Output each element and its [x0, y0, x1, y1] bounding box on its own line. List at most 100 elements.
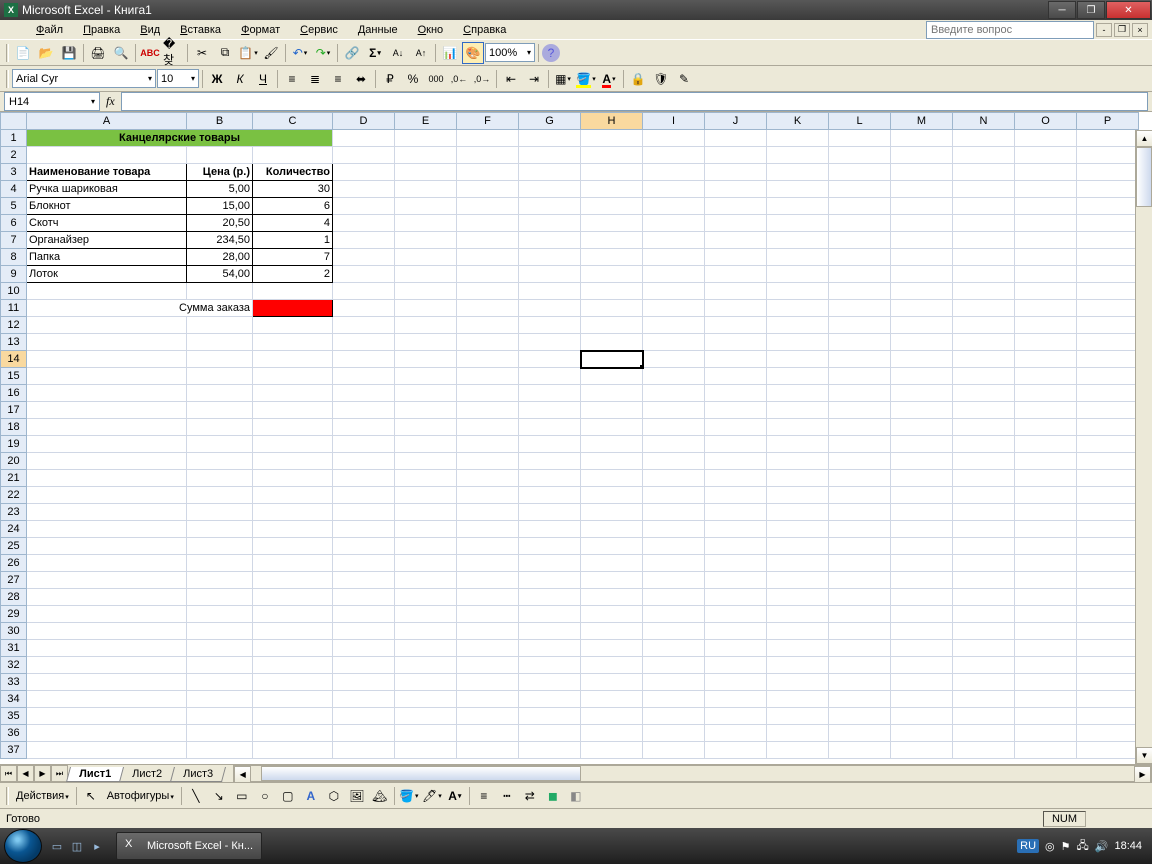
- format-painter-button[interactable]: 🖌: [260, 42, 282, 64]
- row-header-3[interactable]: 3: [1, 164, 27, 181]
- cell-F33[interactable]: [457, 674, 519, 691]
- sort-asc-button[interactable]: A↓: [387, 42, 409, 64]
- cell-F13[interactable]: [457, 334, 519, 351]
- cell-J22[interactable]: [705, 487, 767, 504]
- cell-N26[interactable]: [953, 555, 1015, 572]
- cell-E7[interactable]: [395, 232, 457, 249]
- cell-L19[interactable]: [829, 436, 891, 453]
- cell-O2[interactable]: [1015, 147, 1077, 164]
- research-button[interactable]: �찾: [162, 42, 184, 64]
- cell-O28[interactable]: [1015, 589, 1077, 606]
- cell-K20[interactable]: [767, 453, 829, 470]
- spelling-button[interactable]: ABC: [139, 42, 161, 64]
- cell-F17[interactable]: [457, 402, 519, 419]
- cell-N14[interactable]: [953, 351, 1015, 368]
- cell-L11[interactable]: [829, 300, 891, 317]
- cell-A28[interactable]: [27, 589, 187, 606]
- cell-F11[interactable]: [457, 300, 519, 317]
- cell-F27[interactable]: [457, 572, 519, 589]
- percent-button[interactable]: %: [402, 68, 424, 90]
- cell-O14[interactable]: [1015, 351, 1077, 368]
- cell-P35[interactable]: [1077, 708, 1139, 725]
- cell-O31[interactable]: [1015, 640, 1077, 657]
- cell-O15[interactable]: [1015, 368, 1077, 385]
- cell-K30[interactable]: [767, 623, 829, 640]
- tab-prev-button[interactable]: ◀: [17, 765, 34, 782]
- cell-C28[interactable]: [253, 589, 333, 606]
- cell-J32[interactable]: [705, 657, 767, 674]
- font-color-button[interactable]: А: [598, 68, 620, 90]
- cell-B31[interactable]: [187, 640, 253, 657]
- menu-data[interactable]: Данные: [350, 22, 406, 38]
- col-header-G[interactable]: G: [519, 113, 581, 130]
- cell-F4[interactable]: [457, 181, 519, 198]
- name-box[interactable]: H14▾: [4, 92, 100, 111]
- cell-L6[interactable]: [829, 215, 891, 232]
- cell-D3[interactable]: [333, 164, 395, 181]
- col-header-B[interactable]: B: [187, 113, 253, 130]
- cell-P28[interactable]: [1077, 589, 1139, 606]
- taskbar-excel-button[interactable]: X Microsoft Excel - Кн...: [116, 832, 262, 860]
- cell-M17[interactable]: [891, 402, 953, 419]
- cell-F15[interactable]: [457, 368, 519, 385]
- cell-N19[interactable]: [953, 436, 1015, 453]
- cell-M6[interactable]: [891, 215, 953, 232]
- redo-button[interactable]: ↷: [312, 42, 334, 64]
- cell-K4[interactable]: [767, 181, 829, 198]
- cell-H30[interactable]: [581, 623, 643, 640]
- cell-J3[interactable]: [705, 164, 767, 181]
- cell-O18[interactable]: [1015, 419, 1077, 436]
- scroll-right-button[interactable]: ▶: [1134, 766, 1151, 782]
- currency-button[interactable]: ₽: [379, 68, 401, 90]
- cell-E17[interactable]: [395, 402, 457, 419]
- open-button[interactable]: 📂: [35, 42, 57, 64]
- cell-J33[interactable]: [705, 674, 767, 691]
- cell-L4[interactable]: [829, 181, 891, 198]
- cell-P36[interactable]: [1077, 725, 1139, 742]
- cell-J20[interactable]: [705, 453, 767, 470]
- paste-button[interactable]: 📋: [237, 42, 259, 64]
- cell-A1[interactable]: Канцелярские товары: [27, 130, 333, 147]
- cell-K11[interactable]: [767, 300, 829, 317]
- cell-C14[interactable]: [253, 351, 333, 368]
- cell-J14[interactable]: [705, 351, 767, 368]
- cell-K5[interactable]: [767, 198, 829, 215]
- cell-F29[interactable]: [457, 606, 519, 623]
- cell-D15[interactable]: [333, 368, 395, 385]
- borders-button[interactable]: ▦: [552, 68, 574, 90]
- cell-M4[interactable]: [891, 181, 953, 198]
- save-button[interactable]: 💾: [58, 42, 80, 64]
- cell-D30[interactable]: [333, 623, 395, 640]
- cell-J6[interactable]: [705, 215, 767, 232]
- cell-C16[interactable]: [253, 385, 333, 402]
- cell-P24[interactable]: [1077, 521, 1139, 538]
- cell-I26[interactable]: [643, 555, 705, 572]
- cell-N10[interactable]: [953, 283, 1015, 300]
- cell-O20[interactable]: [1015, 453, 1077, 470]
- cell-H35[interactable]: [581, 708, 643, 725]
- cell-N16[interactable]: [953, 385, 1015, 402]
- mdi-close-button[interactable]: ×: [1132, 23, 1148, 37]
- cell-N11[interactable]: [953, 300, 1015, 317]
- cell-I23[interactable]: [643, 504, 705, 521]
- cell-K29[interactable]: [767, 606, 829, 623]
- cell-B23[interactable]: [187, 504, 253, 521]
- cell-D6[interactable]: [333, 215, 395, 232]
- cell-C26[interactable]: [253, 555, 333, 572]
- cell-N29[interactable]: [953, 606, 1015, 623]
- row-header-24[interactable]: 24: [1, 521, 27, 538]
- cell-I11[interactable]: [643, 300, 705, 317]
- cell-L36[interactable]: [829, 725, 891, 742]
- cell-L26[interactable]: [829, 555, 891, 572]
- cell-G32[interactable]: [519, 657, 581, 674]
- cell-P2[interactable]: [1077, 147, 1139, 164]
- tab-next-button[interactable]: ▶: [34, 765, 51, 782]
- autosum-button[interactable]: Σ: [364, 42, 386, 64]
- 3d-button[interactable]: ◧: [565, 785, 587, 807]
- cell-A6[interactable]: Скотч: [27, 215, 187, 232]
- cell-G17[interactable]: [519, 402, 581, 419]
- cell-L16[interactable]: [829, 385, 891, 402]
- row-header-10[interactable]: 10: [1, 283, 27, 300]
- cell-E14[interactable]: [395, 351, 457, 368]
- cell-B27[interactable]: [187, 572, 253, 589]
